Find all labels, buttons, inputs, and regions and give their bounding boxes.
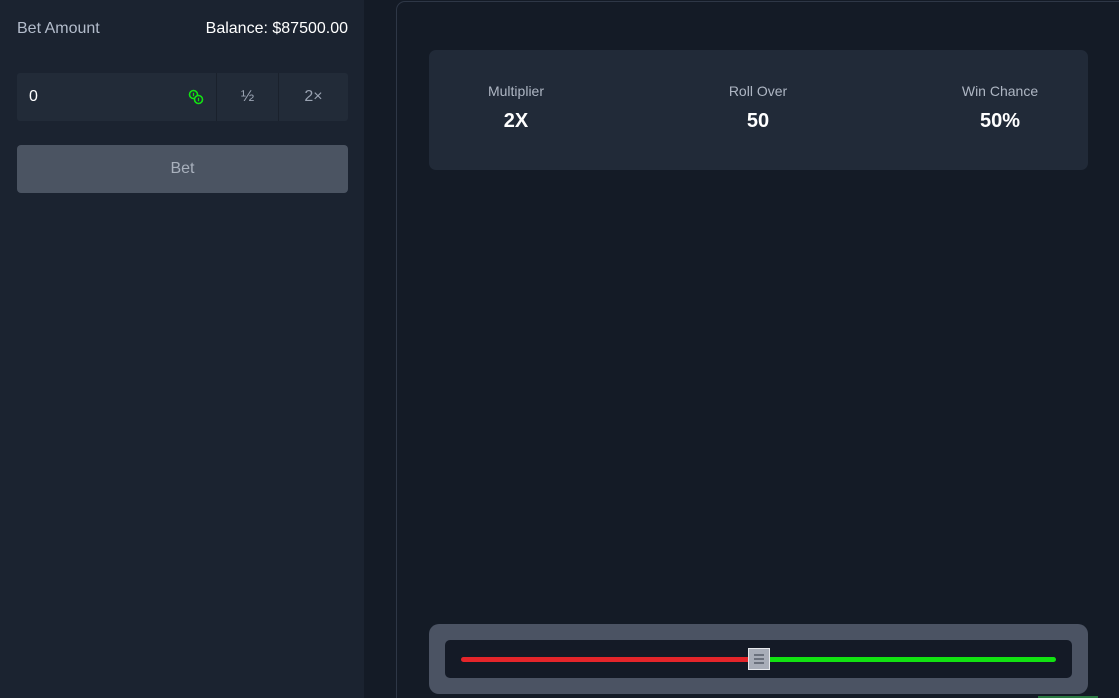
win-chance-label: Win Chance xyxy=(961,83,1039,99)
bet-amount-label: Bet Amount xyxy=(17,20,100,37)
rollover-label: Roll Over xyxy=(728,83,788,99)
lose-range-track xyxy=(461,657,759,662)
roll-slider[interactable] xyxy=(445,640,1072,678)
win-range-track xyxy=(758,657,1056,662)
coin-stack-icon xyxy=(188,89,204,105)
half-bet-button[interactable]: ½ xyxy=(217,73,279,121)
stats-box: Multiplier 2X Roll Over 50 Win Chance 50… xyxy=(429,50,1088,170)
roll-slider-container xyxy=(429,624,1088,694)
multiplier-label: Multiplier xyxy=(487,83,544,99)
bet-amount-input[interactable] xyxy=(29,73,179,121)
drag-handle-icon xyxy=(753,654,764,656)
bet-button[interactable]: Bet xyxy=(17,145,348,193)
bet-amount-cell xyxy=(17,73,217,121)
win-chance-stat: Win Chance 50% xyxy=(920,83,1080,133)
balance-display: Balance: $87500.00 xyxy=(205,20,348,37)
rollover-stat: Roll Over 50 xyxy=(678,83,838,133)
rollover-value: 50 xyxy=(746,110,770,132)
double-bet-button[interactable]: 2× xyxy=(279,73,348,121)
win-chance-value: 50% xyxy=(979,110,1021,132)
bet-amount-row: ½ 2× xyxy=(17,73,348,121)
drag-handle-icon xyxy=(753,658,764,660)
multiplier-value: 2X xyxy=(503,110,529,132)
bet-sidebar: Bet Amount Balance: $87500.00 ½ 2× Bet xyxy=(0,0,364,698)
dice-game-page: Bet Amount Balance: $87500.00 ½ 2× Bet M… xyxy=(0,0,1119,698)
slider-handle[interactable] xyxy=(747,648,770,670)
multiplier-stat: Multiplier 2X xyxy=(436,83,596,133)
drag-handle-icon xyxy=(753,662,764,664)
